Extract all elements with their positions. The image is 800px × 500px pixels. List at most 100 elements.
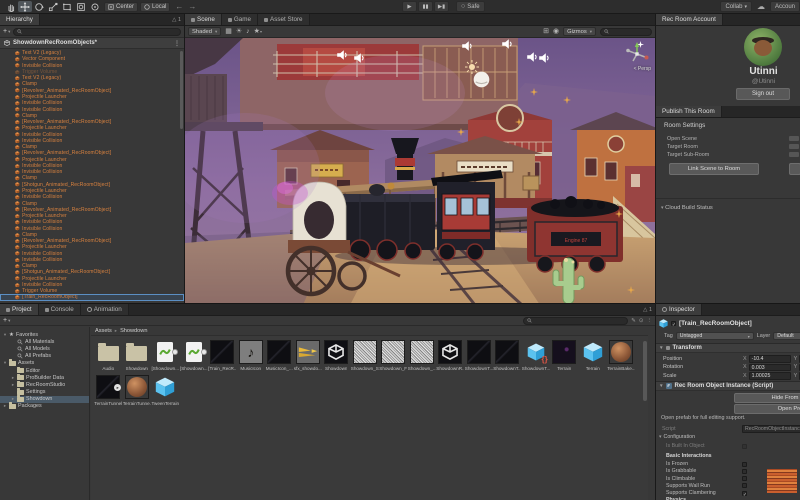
collab-button[interactable]: Collab ▾	[720, 1, 752, 12]
tree-item-recroomstudio[interactable]: ▸ RecRoomStudio	[0, 380, 89, 388]
transform-tool-icon[interactable]	[74, 1, 88, 12]
foldout-arrow-icon[interactable]: ▸	[3, 403, 7, 409]
tab-rec-room-account[interactable]: Rec Room Account	[656, 14, 723, 25]
asset-item[interactable]: Audio	[94, 340, 123, 371]
asset-item[interactable]: ShowdownT...	[465, 340, 494, 371]
open-scene-value-field[interactable]	[789, 136, 799, 141]
asset-item[interactable]: TerrainBake...	[607, 340, 636, 371]
secondary-link-button[interactable]	[789, 163, 800, 175]
search-by-type-icon[interactable]: ✎	[631, 318, 636, 324]
target-sub-room-value-field[interactable]	[789, 152, 799, 157]
asset-item[interactable]: ♪ MusicIcon	[237, 340, 266, 371]
asset-item[interactable]: ShowdownT...	[493, 340, 522, 371]
persp-label[interactable]: < Persp	[634, 66, 651, 72]
target-room-value-field[interactable]	[789, 144, 799, 149]
toggle-checkbox[interactable]	[742, 468, 747, 474]
undo-arrow-icon[interactable]: ←	[175, 2, 183, 11]
project-scrollbar[interactable]	[643, 341, 647, 401]
toggle-2d-icon[interactable]: ▦	[225, 28, 232, 35]
tab-publish-this-room[interactable]: Publish This Room	[656, 106, 722, 117]
tab-hierarchy[interactable]: Hierarchy	[0, 14, 40, 25]
tab-console[interactable]: Console	[38, 304, 81, 315]
tree-item-settings[interactable]: Settings	[0, 388, 89, 396]
asset-item[interactable]: TerrainTunne...	[123, 375, 152, 406]
configuration-foldout[interactable]: ▾ Configuration	[659, 434, 800, 440]
asset-item[interactable]: {} ShowdownT...	[522, 340, 551, 371]
asset-item[interactable]: Showdown	[123, 340, 152, 371]
scene-search-input[interactable]	[600, 27, 652, 36]
hierarchy-add-button[interactable]: + ▾	[3, 28, 10, 35]
tab-scene[interactable]: Scene	[185, 14, 222, 25]
hierarchy-item[interactable]: [Train_RecRoomObject]	[0, 294, 184, 301]
tab-inspector[interactable]: Inspector	[656, 304, 702, 315]
scene-options-icon[interactable]: ⋮	[174, 40, 180, 47]
position-x-field[interactable]: -10.4	[748, 355, 791, 363]
tree-item-probuilder-data[interactable]: ▸ ProBuilder Data	[0, 373, 89, 381]
speaker-gizmo-icon[interactable]	[538, 52, 550, 64]
tree-item-all-prefabs[interactable]: All Prefabs	[0, 353, 89, 360]
sphere-gizmo[interactable]	[473, 71, 490, 88]
is-built-in-checkbox[interactable]	[742, 443, 747, 449]
rotate-tool-icon[interactable]	[32, 1, 46, 12]
tab-animation[interactable]: Animation	[80, 304, 129, 315]
hierarchy-scrollbar[interactable]	[180, 51, 183, 129]
shading-mode-dropdown[interactable]: Shaded ▾	[188, 27, 222, 36]
cloud-build-status-foldout[interactable]: ▾ Cloud Build Status	[661, 205, 713, 211]
speaker-gizmo-icon[interactable]	[461, 40, 473, 52]
active-checkbox[interactable]: ✓	[671, 321, 676, 327]
scene-lighting-icon[interactable]: ☀	[236, 28, 242, 35]
breadcrumb[interactable]: Assets ▸ Showdown	[91, 327, 648, 336]
tab-asset-store[interactable]: Asset Store	[258, 14, 310, 25]
asset-item[interactable]: [Train_RecR...	[208, 340, 237, 371]
step-button[interactable]: ▶▮	[434, 1, 449, 12]
asset-item[interactable]: Showdown_...	[408, 340, 437, 371]
scene-audio-icon[interactable]: ♪	[246, 28, 250, 35]
tab-project[interactable]: Project	[0, 304, 39, 315]
scene-orientation-gizmo[interactable]	[624, 40, 650, 66]
rect-tool-icon[interactable]	[60, 1, 74, 12]
speaker-gizmo-icon[interactable]	[526, 51, 538, 63]
foldout-arrow-icon[interactable]: ▾	[3, 332, 7, 338]
hierarchy-scene-root[interactable]: ShowdownRecRoomObjects* ⋮	[0, 38, 184, 49]
pivot-toggle-button[interactable]: Center	[104, 1, 139, 12]
sign-out-button[interactable]: Sign out	[736, 88, 790, 100]
toggle-checkbox[interactable]	[742, 461, 747, 467]
foldout-arrow-icon[interactable]: ▸	[11, 382, 15, 388]
tree-item-packages[interactable]: ▸ Packages	[0, 402, 89, 410]
tree-item-assets[interactable]: ▾ Assets	[0, 359, 89, 367]
hierarchy-search-input[interactable]	[13, 27, 181, 36]
search-by-label-icon[interactable]: ⊙	[639, 318, 644, 324]
asset-item[interactable]: sfx_showdo...	[294, 340, 323, 371]
asset-item[interactable]: Terrain	[550, 340, 579, 371]
play-button[interactable]: ▶	[402, 1, 417, 12]
tree-item-showdown[interactable]: ▸ Showdown	[0, 395, 89, 403]
tab-game[interactable]: Game	[221, 14, 259, 25]
speaker-gizmo-icon[interactable]	[353, 52, 365, 64]
asset-item[interactable]: Showdown_S...	[351, 340, 380, 371]
scene-effects-icon[interactable]: ★▾	[254, 28, 262, 35]
rotation-x-field[interactable]: 0.003	[748, 363, 791, 371]
pause-button[interactable]: ▮▮	[418, 1, 433, 12]
gizmos-dropdown[interactable]: Gizmos ▾	[563, 27, 596, 36]
redo-arrow-icon[interactable]: →	[188, 2, 196, 11]
link-scene-to-room-button[interactable]: Link Scene to Room	[669, 163, 759, 175]
tag-dropdown[interactable]: Untagged ▾	[675, 332, 754, 340]
tree-item-all-materials[interactable]: All Materials	[0, 338, 89, 345]
asset-item[interactable]: MusicIcon_...	[265, 340, 294, 371]
speaker-gizmo-icon[interactable]	[336, 49, 348, 61]
asset-item[interactable]: Terrain	[579, 340, 608, 371]
asset-item[interactable]: Showdown_F...	[379, 340, 408, 371]
custom-tool-icon[interactable]	[88, 1, 102, 12]
speaker-gizmo-icon[interactable]	[501, 38, 513, 50]
scale-tool-icon[interactable]	[46, 1, 60, 12]
safe-mode-button[interactable]: ○ Safe	[456, 1, 485, 12]
space-toggle-button[interactable]: Local	[140, 1, 171, 12]
asset-item[interactable]: ShowdownR...	[436, 340, 465, 371]
hide-from-scene-button[interactable]: Hide From Scene	[734, 393, 800, 403]
camera-settings-icon[interactable]: ◉	[553, 28, 559, 35]
layer-dropdown[interactable]: Default	[773, 332, 800, 340]
tree-item-all-models[interactable]: All Models	[0, 345, 89, 352]
open-prefab-button[interactable]: Open Prefab	[734, 404, 800, 414]
hand-tool-icon[interactable]	[4, 1, 18, 12]
tree-item-favorites[interactable]: ▾ ★ Favorites	[0, 331, 89, 338]
